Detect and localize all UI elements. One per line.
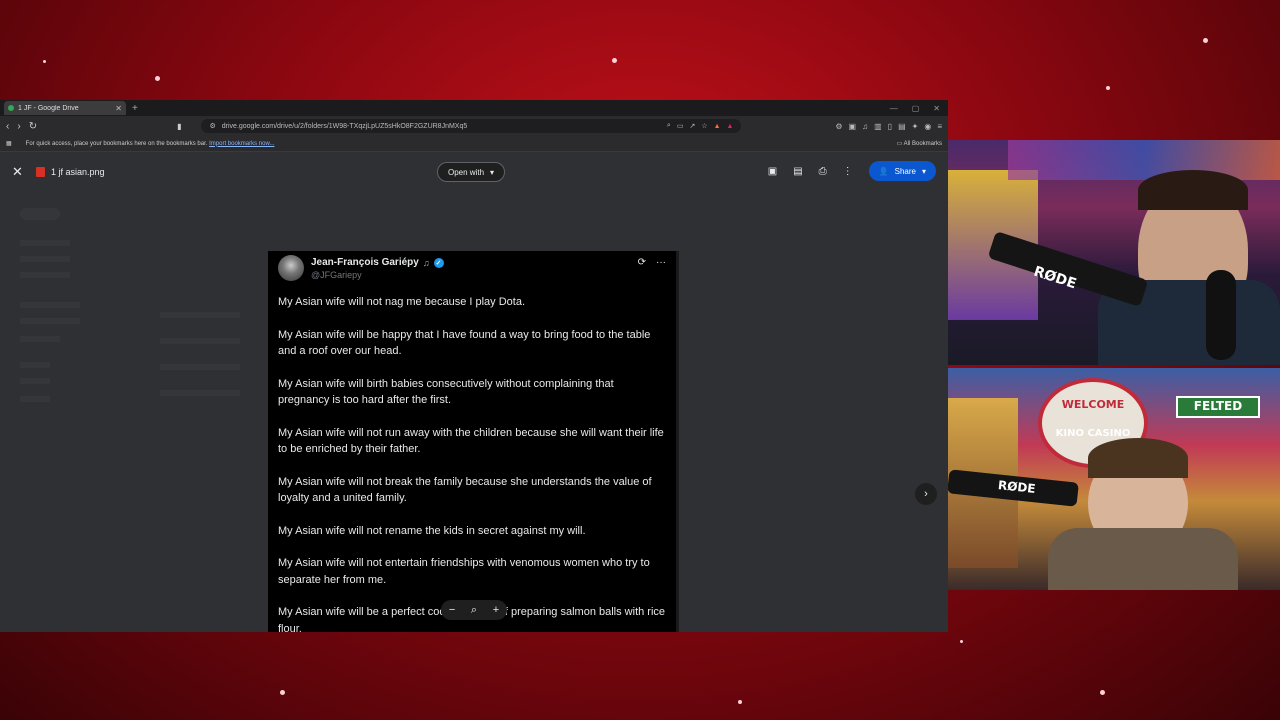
avatar [278, 255, 304, 281]
tweet-paragraph: My Asian wife will not rename the kids i… [278, 524, 586, 537]
extension-icon[interactable]: ⚙ [835, 122, 842, 131]
browser-tab[interactable]: 1 JF - Google Drive ✕ [4, 101, 126, 115]
author-name: Jean-François Gariépy [311, 257, 419, 268]
print-icon[interactable]: ⎙ [819, 166, 827, 177]
image-file-icon [36, 167, 45, 177]
tweet-handle: @JFGariepy [311, 270, 362, 280]
extension-icon[interactable]: ▣ [849, 122, 857, 131]
cast-icon[interactable]: ▭ [677, 122, 684, 130]
url-text: drive.google.com/drive/u/2/folders/1W98-… [221, 122, 468, 130]
person-shirt [1048, 528, 1238, 590]
sidebar-icon[interactable]: ▯ [888, 122, 892, 131]
music-emoji-icon: ♫ [422, 257, 430, 268]
close-window-icon[interactable]: ✕ [933, 104, 940, 113]
mic-body [1206, 270, 1236, 360]
open-with-label: Open with [448, 167, 485, 177]
webcam-top: RØDE [948, 140, 1280, 365]
address-input[interactable]: ⚙ drive.google.com/drive/u/2/folders/1W9… [201, 119, 742, 133]
tweet-body: My Asian wife will not nag me because I … [278, 294, 666, 632]
bookmarks-bar: ▦ For quick access, place your bookmarks… [0, 136, 948, 152]
add-shortcut-icon[interactable]: ▣ [768, 166, 777, 177]
address-bar-row: ‹ › ↻ ▮ ⚙ drive.google.com/drive/u/2/fol… [0, 116, 948, 136]
site-info-icon[interactable]: ⚙ [209, 122, 215, 130]
share-button[interactable]: 👤 Share ▾ [868, 161, 936, 181]
bookmarks-hint: For quick access, place your bookmarks h… [25, 140, 275, 147]
apps-icon[interactable]: ▦ [6, 140, 12, 147]
screenshot-icon[interactable]: ▤ [898, 122, 906, 131]
tweet-author: Jean-François Gariépy ♫ ✓ [311, 257, 444, 268]
open-with-button[interactable]: Open with ▾ [437, 162, 506, 182]
tweet-image: Jean-François Gariépy ♫ ✓ @JFGariepy ⟳ ·… [268, 251, 679, 632]
zoom-page-icon[interactable]: ⌕ [667, 122, 671, 130]
share-label: Share [894, 166, 916, 176]
next-file-button[interactable]: › [915, 483, 937, 505]
people-icon: 👤 [878, 166, 889, 176]
zoom-out-button[interactable]: − [449, 604, 455, 616]
drive-favicon-icon [8, 105, 14, 111]
webcam-bottom: WELCOME KINO CASINO FELTED RØDE [948, 368, 1280, 590]
forward-icon[interactable]: › [17, 121, 20, 132]
new-tab-icon[interactable]: + [132, 103, 138, 114]
import-bookmarks-link[interactable]: Import bookmarks now... [209, 141, 274, 147]
file-preview-viewer: ✕ 1 jf asian.png Open with ▾ ▣ ▤ ⎙ ⋮ 👤 S… [0, 152, 948, 632]
tweet-header: Jean-François Gariépy ♫ ✓ @JFGariepy ⟳ ·… [278, 255, 666, 285]
zoom-in-button[interactable]: + [493, 604, 499, 616]
close-preview-icon[interactable]: ✕ [12, 164, 32, 180]
rewards-icon[interactable]: ▲ [727, 123, 734, 130]
dropdown-arrow-icon: ▾ [490, 167, 495, 177]
zoom-magnifier-icon[interactable]: ⌕ [471, 604, 477, 617]
menu-icon[interactable]: ≡ [937, 122, 942, 131]
street-sign-text: FELTED [1193, 399, 1243, 413]
profile-icon[interactable]: ◉ [924, 122, 931, 131]
welcome-sign-text: WELCOME [1061, 398, 1125, 411]
tweet-paragraph: My Asian wife will birth babies consecut… [278, 377, 614, 407]
more-icon: ··· [656, 257, 666, 268]
bookmark-icon[interactable]: ▮ [177, 122, 181, 131]
tab-title: 1 JF - Google Drive [18, 104, 79, 112]
close-tab-icon[interactable]: ✕ [115, 104, 122, 113]
reload-icon[interactable]: ↻ [29, 121, 37, 132]
file-name: 1 jf asian.png [51, 167, 105, 177]
tweet-paragraph: My Asian wife will not entertain friends… [278, 557, 650, 586]
tab-bar: 1 JF - Google Drive ✕ + — ▢ ✕ [0, 100, 948, 116]
tweet-paragraph: My Asian wife will not run away with the… [278, 426, 664, 456]
extensions-puzzle-icon[interactable]: ✦ [912, 122, 919, 131]
share-page-icon[interactable]: ↗ [689, 122, 695, 130]
minimize-icon[interactable]: — [890, 104, 898, 113]
all-bookmarks-button[interactable]: ▭ All Bookmarks [897, 140, 942, 147]
tweet-paragraph: My Asian wife will not break the family … [278, 475, 652, 505]
grok-icon: ⟳ [637, 257, 646, 268]
maximize-icon[interactable]: ▢ [912, 104, 920, 113]
viewer-toolbar: ✕ 1 jf asian.png Open with ▾ ▣ ▤ ⎙ ⋮ 👤 S… [0, 160, 948, 184]
browser-window: 1 JF - Google Drive ✕ + — ▢ ✕ ‹ › ↻ ▮ ⚙ … [0, 100, 948, 632]
tweet-paragraph: My Asian wife will not nag me because I … [278, 296, 526, 308]
more-options-icon[interactable]: ⋮ [843, 166, 853, 177]
reading-list-icon[interactable]: ▥ [874, 122, 882, 131]
back-icon[interactable]: ‹ [6, 121, 9, 132]
tweet-paragraph: My Asian wife will be happy that I have … [278, 328, 651, 358]
verified-badge-icon: ✓ [433, 257, 444, 268]
comment-icon[interactable]: ▤ [793, 166, 802, 177]
share-dropdown-icon[interactable]: ▾ [922, 167, 926, 176]
brave-shield-icon[interactable]: ▲ [714, 123, 721, 130]
media-icon[interactable]: ♫ [862, 122, 868, 131]
zoom-controls: − ⌕ + [441, 600, 507, 620]
star-icon[interactable]: ☆ [701, 122, 707, 130]
